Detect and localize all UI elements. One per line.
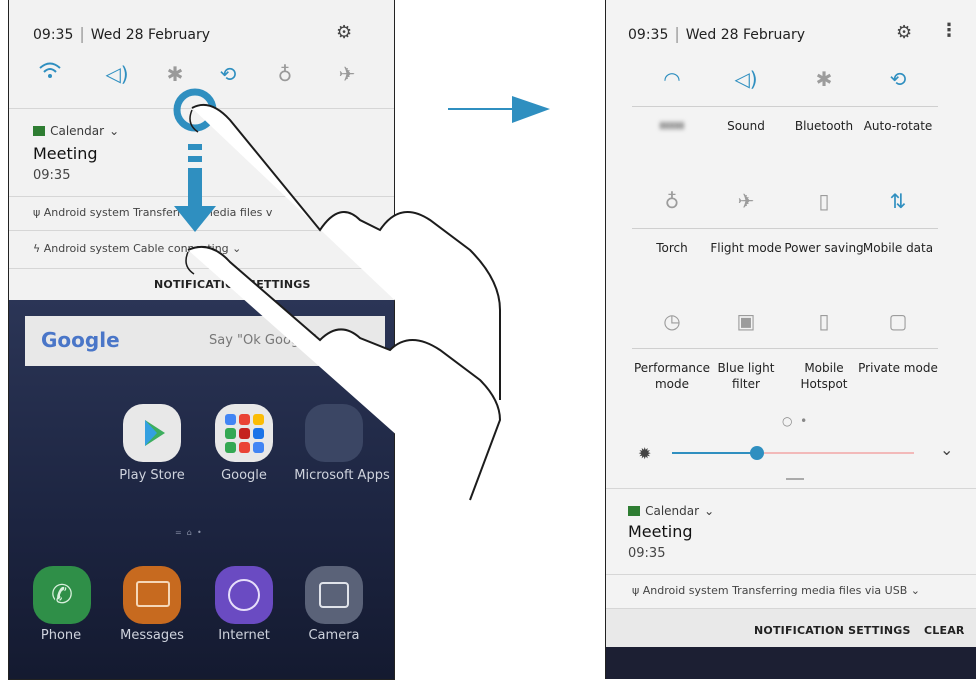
app-label-phone: Phone <box>40 628 82 643</box>
chevron-down-icon[interactable]: ⌄ <box>109 124 119 138</box>
swipe-gesture-illustration <box>173 88 502 501</box>
auto-rotate-icon[interactable]: ⟲ <box>868 66 928 92</box>
chevron-down-icon[interactable]: ⌄ <box>911 584 920 597</box>
page-dots: ○ • <box>782 414 808 428</box>
row-text: Transferring media files via USB <box>732 584 908 597</box>
row-source: Android system <box>642 584 729 597</box>
calendar-notification-header: Calendar ⌄ <box>628 500 714 519</box>
blue-light-icon[interactable]: ▣ <box>716 308 776 334</box>
tile-label: Private mode <box>858 361 938 375</box>
status-date: Wed 28 February <box>90 27 211 43</box>
more-options-icon[interactable]: ⋮ <box>940 20 958 41</box>
notification-time: 09:35 <box>628 546 666 561</box>
usb-icon: ψ <box>632 584 640 597</box>
sound-icon[interactable]: ◁) <box>103 60 131 88</box>
tile-label: Mobile data <box>862 241 934 255</box>
messages-app-icon[interactable] <box>123 566 181 624</box>
status-time: 09:35 <box>33 27 74 43</box>
notification-settings-button[interactable]: NOTIFICATION SETTINGS <box>754 624 911 637</box>
tile-divider <box>784 106 864 107</box>
tile-divider <box>706 348 786 349</box>
calendar-icon <box>628 505 640 516</box>
tile-divider <box>858 348 938 349</box>
status-date: Wed 28 February <box>685 27 806 43</box>
tile-divider <box>632 106 712 107</box>
wifi-icon[interactable]: ◠ <box>642 66 702 92</box>
row-source: Android system <box>43 242 130 255</box>
wifi-icon[interactable] <box>36 60 64 89</box>
notification-app-name: Calendar <box>50 124 105 138</box>
chevron-down-icon[interactable]: ⌄ <box>940 440 953 459</box>
tile-label: Sound <box>727 119 765 133</box>
tile-divider <box>784 228 864 229</box>
arrow-dash <box>188 144 202 150</box>
bolt-icon: ϟ <box>33 242 41 255</box>
divider <box>606 488 976 489</box>
tile-divider <box>858 228 938 229</box>
torch-icon[interactable]: ♁ <box>642 188 702 214</box>
tile-divider <box>784 348 864 349</box>
internet-app-icon[interactable] <box>215 566 273 624</box>
status-separator: | <box>79 24 85 43</box>
notification-app-name: Calendar <box>645 504 700 518</box>
arrow-dash <box>188 156 202 162</box>
private-mode-icon[interactable]: ▢ <box>868 308 928 334</box>
performance-icon[interactable]: ◷ <box>642 308 702 334</box>
transition-arrow-icon <box>512 96 550 123</box>
home-screen-peek <box>606 647 976 679</box>
arrow-head <box>174 206 216 232</box>
gear-icon[interactable]: ⚙ <box>896 22 912 43</box>
tile-divider <box>706 228 786 229</box>
notification-title: Meeting <box>33 144 98 163</box>
usb-notification-row[interactable]: ψ Android system Transferring media file… <box>632 584 920 597</box>
app-label-messages: Messages <box>120 628 184 643</box>
brightness-slider-thumb[interactable] <box>750 446 764 460</box>
calendar-notification-header: Calendar ⌄ <box>33 120 119 139</box>
notification-time: 09:35 <box>33 168 71 183</box>
brightness-fill <box>672 452 757 454</box>
chevron-down-icon[interactable]: ⌄ <box>704 504 714 518</box>
app-label-internet: Internet <box>218 628 270 643</box>
status-separator: | <box>674 24 680 43</box>
tile-divider <box>632 228 712 229</box>
transition-arrow-shaft <box>448 108 518 110</box>
status-bar: 09:35 | Wed 28 February <box>628 24 805 43</box>
drag-handle[interactable] <box>786 478 804 480</box>
right-phone-screen: 09:35 | Wed 28 February ⚙ ⋮ ◠ ▮▮▮▮▮ ◁) Sound ✱… <box>605 0 976 679</box>
status-bar: 09:35 | Wed 28 February <box>33 24 210 43</box>
page-indicator: = ⌂ • <box>175 528 202 537</box>
mobile-data-icon[interactable]: ⇅ <box>868 188 928 214</box>
tile-label: Flight mode <box>710 241 782 255</box>
power-saving-icon[interactable]: ▯ <box>794 188 854 214</box>
gear-icon[interactable]: ⚙ <box>336 22 352 43</box>
app-label-camera: Camera <box>308 628 360 643</box>
usb-icon: ψ <box>33 206 41 219</box>
flight-icon[interactable]: ✈ <box>716 188 776 214</box>
hotspot-icon[interactable]: ▯ <box>794 308 854 334</box>
brightness-icon: ✹ <box>638 444 652 463</box>
clear-button[interactable]: CLEAR <box>924 624 965 637</box>
divider <box>606 574 976 575</box>
arrow-shaft <box>188 168 202 208</box>
row-source: Android system <box>43 206 130 219</box>
tile-divider <box>706 106 786 107</box>
sound-icon[interactable]: ◁) <box>716 66 776 92</box>
tile-divider <box>632 348 712 349</box>
phone-app-icon[interactable]: ✆ <box>33 566 91 624</box>
tile-label: Blue light filter <box>717 361 775 391</box>
tile-divider <box>858 106 938 107</box>
bluetooth-icon[interactable]: ✱ <box>794 66 854 92</box>
camera-app-icon[interactable] <box>305 566 363 624</box>
notification-title: Meeting <box>628 522 693 541</box>
status-time: 09:35 <box>628 27 669 43</box>
google-logo: Google <box>41 328 120 352</box>
tile-label: Auto-rotate <box>863 119 933 133</box>
calendar-icon <box>33 125 45 136</box>
